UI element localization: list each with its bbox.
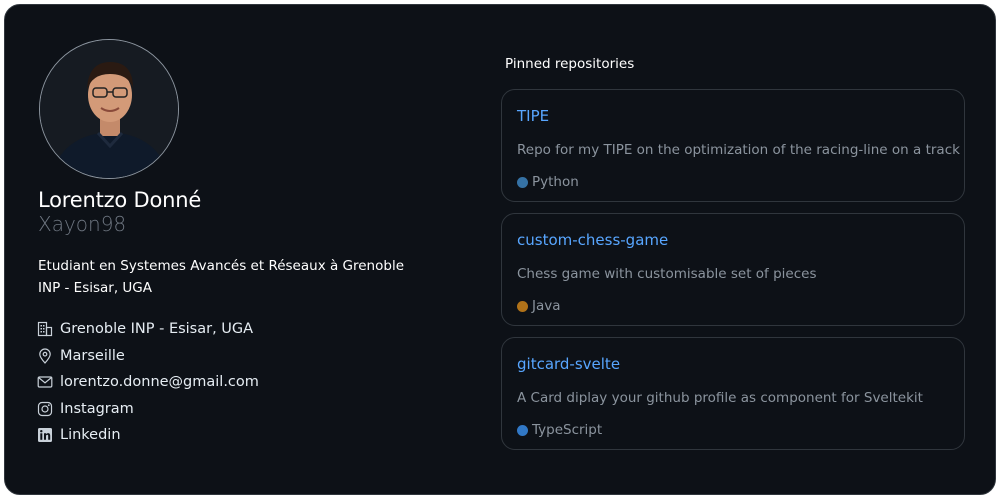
avatar[interactable]	[39, 39, 179, 179]
github-profile-card: Lorentzo Donné Xayon98 Etudiant en Syste…	[4, 4, 996, 495]
mail-icon	[37, 374, 53, 390]
profile-bio: Etudiant en Systemes Avancés et Réseaux …	[38, 258, 404, 296]
profile-name: Lorentzo Donné	[38, 188, 202, 212]
repo-language-label: Java	[532, 298, 561, 314]
profile-info-list: Grenoble INP - Esisar, UGA Marseille lor…	[37, 316, 259, 449]
repo-language: TypeScript	[517, 422, 602, 438]
info-linkedin[interactable]: Linkedin	[37, 422, 259, 449]
instagram-icon	[37, 401, 53, 417]
info-linkedin-text[interactable]: Linkedin	[60, 427, 121, 443]
info-location: Marseille	[37, 343, 259, 370]
repo-language: Java	[517, 298, 561, 314]
repo-language-label: Python	[532, 174, 579, 190]
info-email[interactable]: lorentzo.donne@gmail.com	[37, 369, 259, 396]
language-color-dot	[517, 300, 528, 312]
info-instagram[interactable]: Instagram	[37, 396, 259, 423]
language-color-dot	[517, 176, 528, 188]
building-icon	[37, 321, 53, 337]
profile-username[interactable]: Xayon98	[38, 212, 126, 236]
info-instagram-text[interactable]: Instagram	[60, 401, 134, 417]
pinned-repositories-title: Pinned repositories	[505, 56, 635, 72]
language-color-dot	[517, 424, 528, 436]
repo-card-custom-chess-game[interactable]: custom-chess-game Chess game with custom…	[501, 213, 965, 326]
repo-language: Python	[517, 174, 579, 190]
info-email-text[interactable]: lorentzo.donne@gmail.com	[60, 374, 259, 390]
location-pin-icon	[37, 348, 53, 364]
info-location-text: Marseille	[60, 347, 125, 364]
info-organization: Grenoble INP - Esisar, UGA	[37, 316, 259, 343]
repo-card-gitcard-svelte[interactable]: gitcard-svelte A Card diplay your github…	[501, 337, 965, 450]
repo-name[interactable]: gitcard-svelte	[517, 355, 620, 373]
repo-language-label: TypeScript	[532, 422, 603, 438]
info-organization-text: Grenoble INP - Esisar, UGA	[60, 321, 254, 338]
repo-description: Chess game with customisable set of piec…	[517, 266, 817, 282]
repo-name[interactable]: TIPE	[517, 107, 549, 125]
repo-card-tipe[interactable]: TIPE Repo for my TIPE on the optimizatio…	[501, 89, 965, 202]
repo-description: A Card diplay your github profile as com…	[517, 390, 923, 406]
repo-name[interactable]: custom-chess-game	[517, 231, 668, 249]
repo-description: Repo for my TIPE on the optimization of …	[517, 142, 960, 158]
linkedin-icon	[37, 427, 53, 443]
